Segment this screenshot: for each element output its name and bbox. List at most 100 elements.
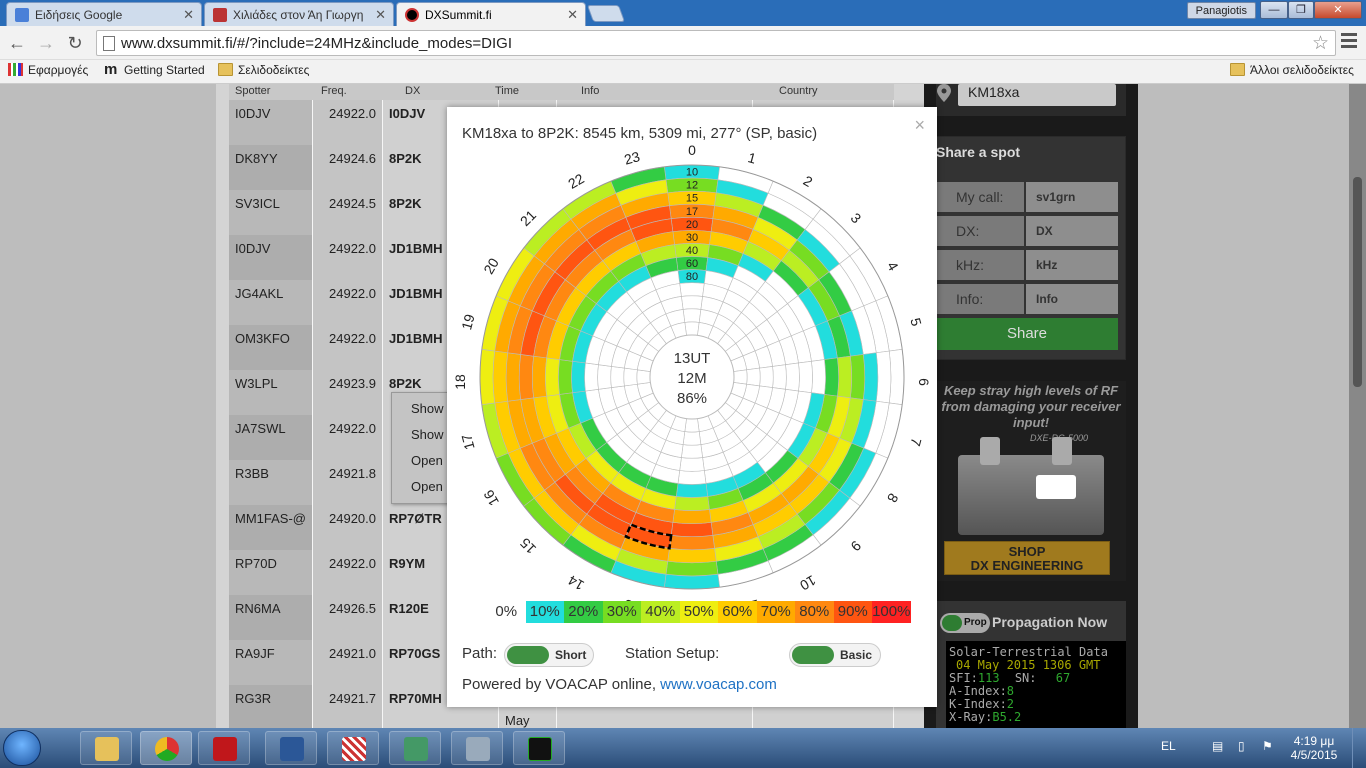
tray-flag-icon[interactable]: ⚑ [1262, 739, 1273, 753]
show-desktop-button[interactable] [1352, 728, 1366, 768]
k-index-label: K-Index: [949, 697, 1007, 711]
apps-grid-icon [8, 63, 23, 76]
taskbar-radio-app[interactable] [389, 731, 441, 765]
taskbar-app-grid[interactable] [327, 731, 379, 765]
radio-icon [404, 737, 428, 761]
cell-freq: 24922.0 [313, 235, 383, 280]
share-button[interactable]: Share [936, 318, 1118, 350]
cell-freq: 24923.9 [313, 370, 383, 415]
header-info[interactable]: Info [581, 85, 599, 97]
taskbar-explorer[interactable] [80, 731, 132, 765]
profile-button[interactable]: Panagiotis [1186, 2, 1256, 19]
system-clock[interactable]: 4:19 μμ 4/5/2015 [1284, 734, 1344, 762]
cell-spotter: RP70D [229, 550, 313, 595]
shop-button[interactable]: SHOP DX ENGINEERING [944, 541, 1110, 575]
heat-cell [759, 366, 774, 388]
locator-input[interactable]: KM18xa [958, 84, 1116, 106]
back-button[interactable]: ← [6, 32, 28, 54]
center-label: 12M [677, 370, 706, 387]
hour-label: 14 [565, 572, 587, 594]
hour-label: 6 [916, 378, 932, 386]
heat-cell [623, 367, 638, 387]
dxsummit-icon [405, 8, 419, 22]
share-row-dx: DX: DX [936, 216, 1118, 246]
heat-cell [746, 367, 761, 387]
header-dx[interactable]: DX [405, 85, 420, 97]
voacap-link[interactable]: www.voacap.com [660, 676, 777, 693]
folder-icon [1230, 63, 1245, 76]
close-icon[interactable]: ✕ [567, 7, 578, 23]
prop-toggle[interactable]: Prop [940, 613, 990, 633]
info-input[interactable]: Info [1026, 284, 1118, 314]
setup-toggle[interactable]: Basic [789, 643, 881, 667]
scale-step: 20% [564, 601, 603, 623]
menu-item-open[interactable]: Open [392, 445, 450, 471]
header-country[interactable]: Country [779, 85, 818, 97]
close-icon[interactable]: ✕ [183, 7, 194, 23]
solar-data: Solar-Terrestrial Data 04 May 2015 1306 … [946, 641, 1126, 728]
heat-cell [824, 357, 839, 397]
bookmark-folder[interactable]: Σελιδοδείκτες [218, 63, 309, 77]
hour-label: 19 [458, 312, 478, 331]
tray-network-icon[interactable]: ▤ [1212, 739, 1223, 753]
header-freq[interactable]: Freq. [321, 85, 347, 97]
scale-step: 30% [602, 601, 641, 623]
heat-cell [665, 560, 719, 577]
taskbar-network-app[interactable] [451, 731, 503, 765]
cell-spotter: R3BB [229, 460, 313, 505]
hour-label: 4 [884, 259, 902, 274]
heat-cell [811, 359, 826, 395]
menu-item-open[interactable]: Open [392, 471, 450, 497]
cell-freq: 24920.0 [313, 505, 383, 550]
close-icon[interactable]: ✕ [375, 7, 386, 23]
page-icon [103, 36, 115, 51]
cell-spotter: JA7SWL [229, 415, 313, 460]
tab-news-article[interactable]: Χιλιάδες στον Άη Γιωργη ✕ [204, 2, 394, 26]
advertisement[interactable]: Keep stray high levels of RF from damagi… [936, 381, 1126, 581]
menu-item-show[interactable]: Show [392, 419, 450, 445]
heat-cell [679, 457, 705, 472]
hour-label: 22 [565, 170, 587, 192]
tab-google-news[interactable]: Ειδήσεις Google ✕ [6, 2, 202, 26]
taskbar-chrome[interactable] [140, 731, 192, 765]
heat-cell [888, 348, 905, 406]
app-icon [342, 737, 366, 761]
mycall-input[interactable]: sv1grn [1026, 182, 1118, 212]
bookmark-star-icon[interactable]: ☆ [1312, 32, 1329, 55]
heat-cell [670, 522, 714, 537]
header-spotter[interactable]: Spotter [235, 85, 270, 97]
forward-button[interactable]: → [35, 32, 57, 54]
tab-dxsummit[interactable]: DXSummit.fi ✕ [396, 2, 586, 26]
close-window-button[interactable]: ✕ [1314, 1, 1362, 19]
cell-spotter: MM1FAS-@ [229, 505, 313, 550]
scale-step: 90% [833, 601, 872, 623]
reload-button[interactable]: ↻ [64, 32, 86, 54]
minimize-button[interactable]: — [1260, 1, 1288, 19]
chrome-menu-icon[interactable] [1341, 33, 1357, 53]
page-scrollbar[interactable] [1349, 84, 1366, 728]
taskbar-acrobat[interactable] [198, 731, 250, 765]
taskbar-monitor-app[interactable] [513, 731, 565, 765]
heat-cell [684, 321, 700, 336]
scroll-thumb[interactable] [1353, 177, 1362, 387]
dx-input[interactable]: DX [1026, 216, 1118, 246]
tray-device-icon[interactable]: ▯ [1238, 739, 1245, 753]
path-toggle[interactable]: Short [504, 643, 594, 667]
address-bar[interactable]: www.dxsummit.fi/#/?include=24MHz&include… [96, 30, 1336, 56]
taskbar-word[interactable] [265, 731, 317, 765]
path-label: Path: [462, 645, 498, 662]
folder-icon [218, 63, 233, 76]
bookmark-apps[interactable]: Εφαρμογές [8, 63, 88, 77]
hour-label: 10 [797, 572, 819, 594]
browser-toolbar: ← → ↻ www.dxsummit.fi/#/?include=24MHz&i… [0, 26, 1366, 60]
heat-cell [669, 534, 715, 551]
khz-input[interactable]: kHz [1026, 250, 1118, 280]
start-button[interactable] [3, 730, 41, 766]
header-time[interactable]: Time [495, 85, 519, 97]
menu-item-show[interactable]: Show [392, 393, 450, 419]
bookmark-other-folder[interactable]: Άλλοι σελιδοδείκτες [1230, 63, 1354, 77]
language-indicator[interactable]: EL [1161, 739, 1176, 753]
new-tab-button[interactable] [586, 5, 626, 22]
bookmark-getting-started[interactable]: m Getting Started [104, 62, 205, 77]
maximize-button[interactable]: ❐ [1288, 1, 1314, 19]
